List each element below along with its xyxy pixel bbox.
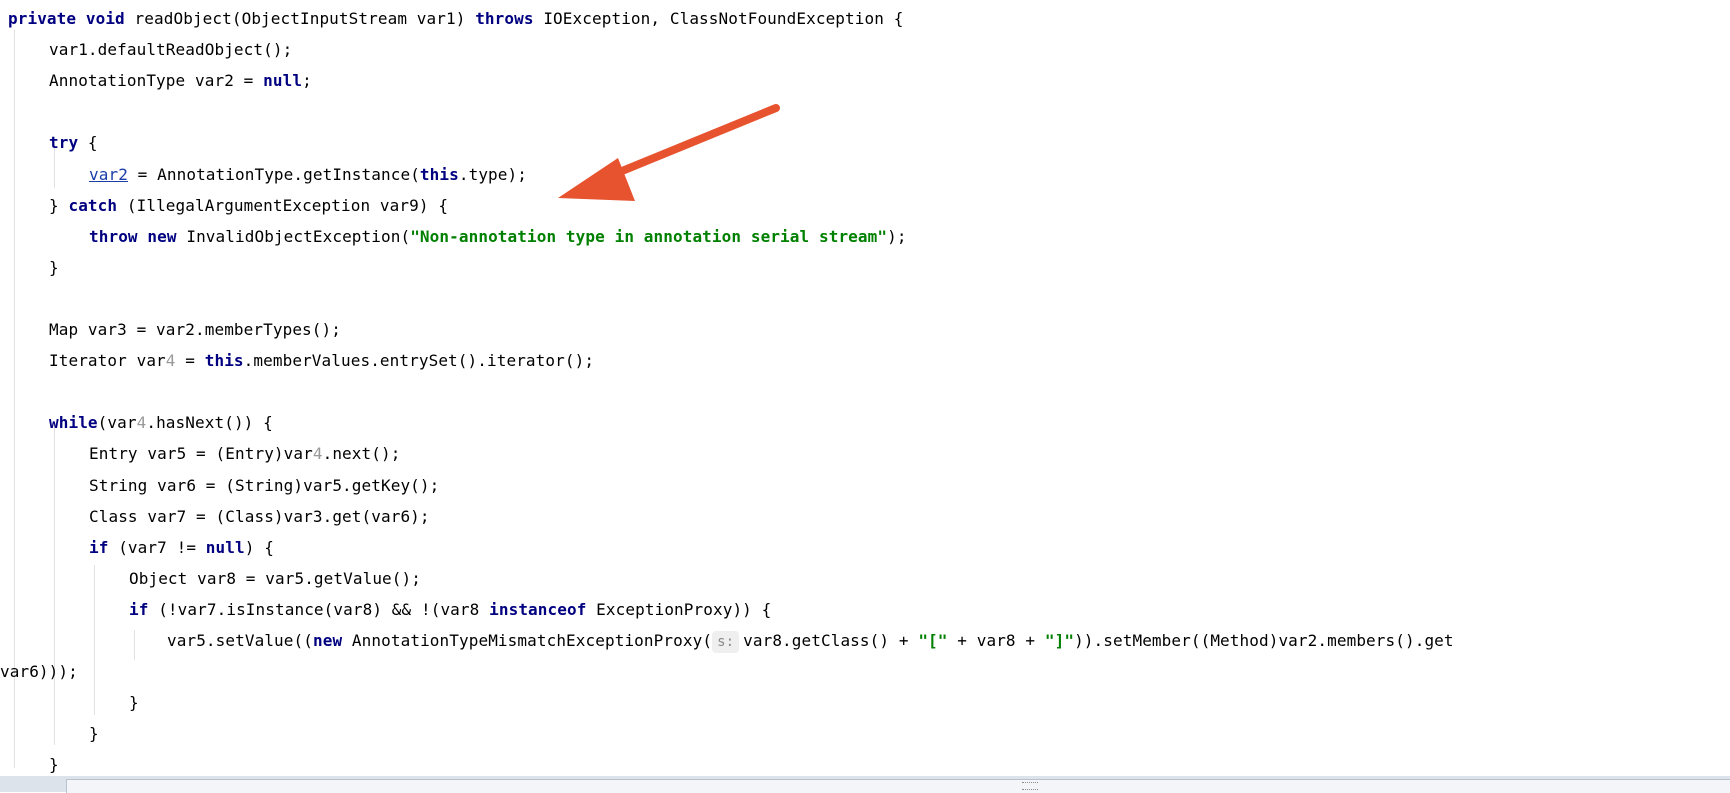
scrollbar-thumb[interactable] — [66, 779, 1730, 793]
horizontal-scrollbar[interactable] — [0, 776, 1730, 793]
annotation-arrow — [558, 104, 780, 201]
annotation-arrow-shaft — [596, 104, 780, 184]
code-editor[interactable]: private void readObject(ObjectInputStrea… — [0, 0, 1730, 776]
scrollbar-grip-icon — [1022, 782, 1038, 790]
annotation-arrow-head — [558, 158, 635, 201]
